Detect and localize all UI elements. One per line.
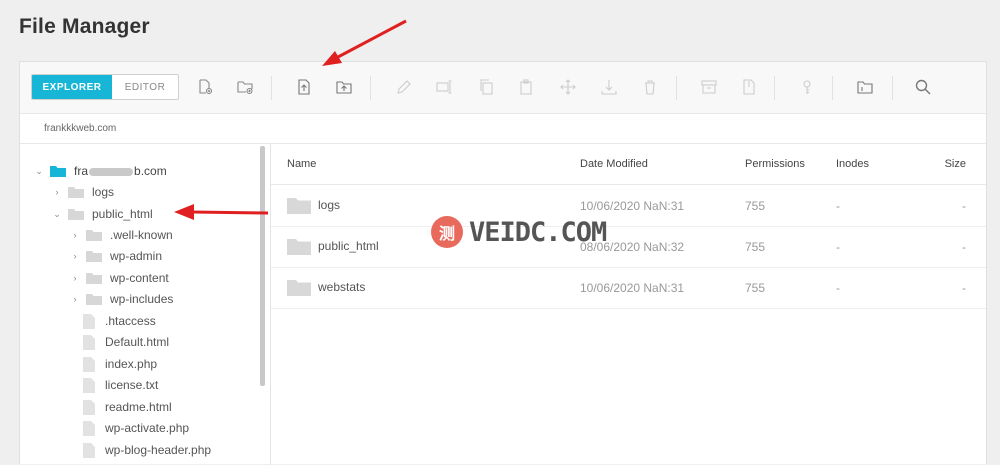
annotation-arrow-upload bbox=[322, 19, 407, 66]
annotation-arrow-public-html bbox=[174, 204, 269, 220]
annotation-arrows bbox=[174, 19, 407, 220]
